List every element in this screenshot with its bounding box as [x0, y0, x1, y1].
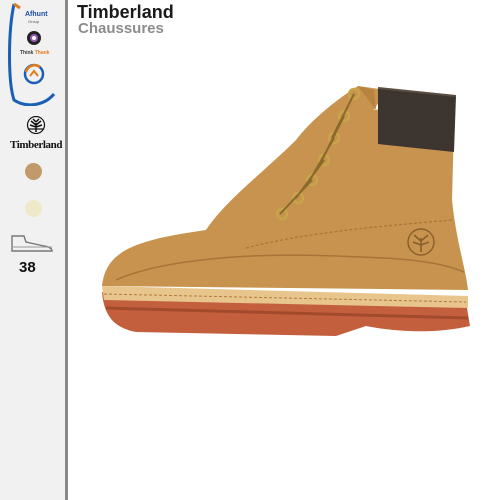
- color-swatch-wheat[interactable]: [25, 163, 42, 180]
- color-swatch-cream[interactable]: [25, 200, 42, 217]
- afhunt-sub-logo: Group: [28, 19, 40, 24]
- size-label[interactable]: 38: [19, 259, 36, 276]
- brand-logo[interactable]: Timberland: [10, 115, 63, 151]
- boot-image: [102, 86, 470, 336]
- afhunt-logo: Afhunt: [25, 11, 48, 18]
- sidebar: Afhunt Group Think Thank Timberland 38: [0, 0, 68, 500]
- think-thank-logo: Think Thank: [20, 50, 50, 56]
- tree-icon: [26, 115, 46, 135]
- shoe-icon: [11, 235, 53, 252]
- page-title: Timberland: [77, 2, 174, 22]
- page-subtitle: Chaussures: [78, 20, 164, 37]
- brand-logo-text: Timberland: [10, 139, 63, 151]
- partner-logos: Afhunt Group Think Thank: [6, 2, 56, 106]
